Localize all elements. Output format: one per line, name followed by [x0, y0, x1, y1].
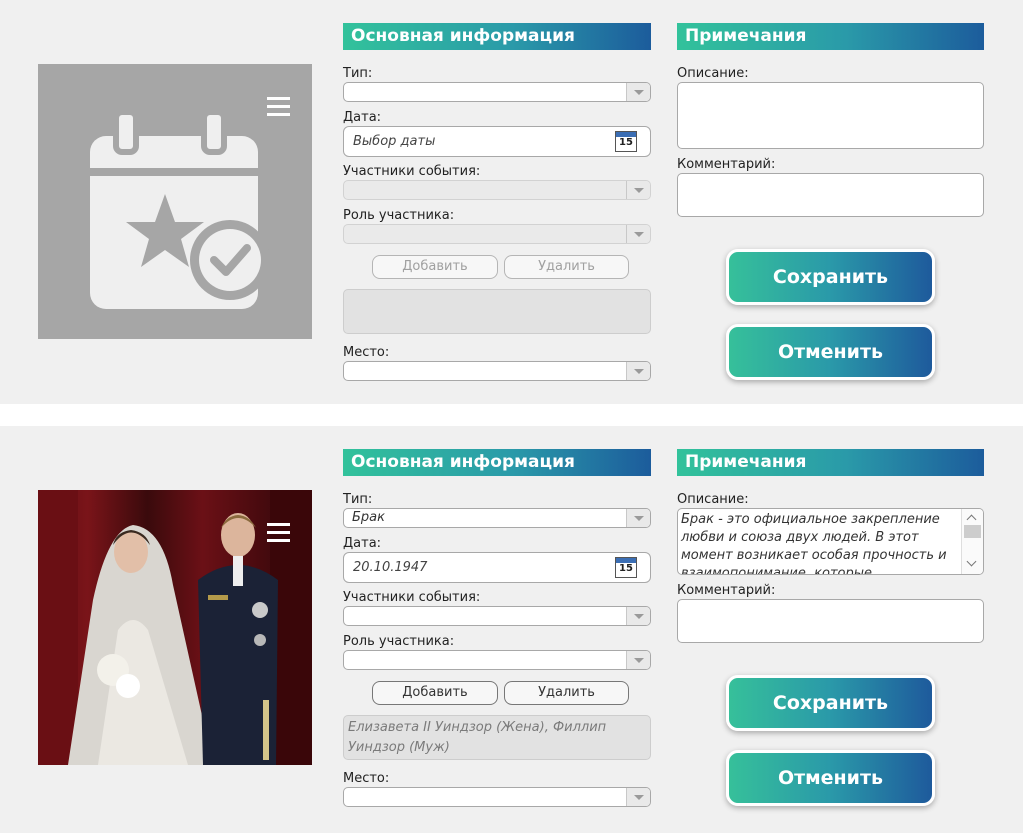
calendar-icon[interactable]: 15	[615, 557, 637, 578]
description-label: Описание:	[677, 492, 749, 507]
notes-header: Примечания	[677, 23, 984, 50]
place-select[interactable]	[343, 361, 651, 381]
date-value: 20.10.1947	[353, 560, 428, 575]
comment-label: Комментарий:	[677, 157, 776, 172]
event-form-empty: Основная информация Примечания Тип: Дата…	[0, 0, 1023, 404]
description-label: Описание:	[677, 66, 749, 81]
chevron-down-icon[interactable]	[626, 651, 650, 669]
photo-menu-icon[interactable]	[267, 97, 290, 116]
date-input[interactable]: 20.10.1947 15	[343, 552, 651, 583]
participants-select[interactable]	[343, 606, 651, 626]
type-label: Тип:	[343, 492, 373, 507]
comment-label: Комментарий:	[677, 583, 776, 598]
chevron-down-icon[interactable]	[626, 181, 650, 199]
cancel-button[interactable]: Отменить	[726, 750, 935, 806]
participants-list	[343, 289, 651, 334]
save-button[interactable]: Сохранить	[726, 249, 935, 305]
participants-list: Елизавета II Уиндзор (Жена), Филлип Уинд…	[343, 715, 651, 760]
description-text: Брак - это официальное закрепление любви…	[681, 512, 947, 575]
notes-header: Примечания	[677, 449, 984, 476]
description-textarea[interactable]: Брак - это официальное закрепление любви…	[677, 508, 984, 575]
participants-label: Участники события:	[343, 164, 481, 179]
main-info-header: Основная информация	[343, 449, 651, 476]
type-select[interactable]: Брак	[343, 508, 651, 528]
place-select[interactable]	[343, 787, 651, 807]
date-input[interactable]: Выбор даты 15	[343, 126, 651, 157]
delete-participant-button[interactable]: Удалить	[504, 255, 629, 279]
place-label: Место:	[343, 345, 390, 360]
delete-participant-button[interactable]: Удалить	[504, 681, 629, 705]
participants-label: Участники события:	[343, 590, 481, 605]
comment-textarea[interactable]	[677, 173, 984, 217]
main-info-header: Основная информация	[343, 23, 651, 50]
chevron-down-icon[interactable]	[626, 788, 650, 806]
chevron-down-icon[interactable]	[626, 607, 650, 625]
add-participant-button[interactable]: Добавить	[372, 255, 498, 279]
scroll-up-icon[interactable]	[967, 513, 977, 523]
role-select[interactable]	[343, 224, 651, 244]
save-button[interactable]: Сохранить	[726, 675, 935, 731]
photo-menu-icon[interactable]	[267, 523, 290, 542]
calendar-icon[interactable]: 15	[615, 131, 637, 152]
chevron-down-icon[interactable]	[626, 83, 650, 101]
event-photo-placeholder[interactable]	[38, 64, 312, 339]
comment-textarea[interactable]	[677, 599, 984, 643]
description-scrollbar[interactable]	[961, 509, 983, 574]
date-label: Дата:	[343, 536, 382, 551]
event-form-filled: Основная информация Примечания Тип: Брак…	[0, 426, 1023, 833]
date-value: Выбор даты	[353, 134, 436, 149]
date-label: Дата:	[343, 110, 382, 125]
chevron-down-icon[interactable]	[626, 509, 650, 527]
add-participant-button[interactable]: Добавить	[372, 681, 498, 705]
type-label: Тип:	[343, 66, 373, 81]
chevron-down-icon[interactable]	[626, 362, 650, 380]
role-select[interactable]	[343, 650, 651, 670]
type-select[interactable]	[343, 82, 651, 102]
place-label: Место:	[343, 771, 390, 786]
scroll-thumb[interactable]	[964, 525, 981, 538]
chevron-down-icon[interactable]	[626, 225, 650, 243]
scroll-down-icon[interactable]	[967, 559, 977, 569]
role-label: Роль участника:	[343, 634, 455, 649]
description-textarea[interactable]	[677, 82, 984, 149]
role-label: Роль участника:	[343, 208, 455, 223]
event-photo[interactable]	[38, 490, 312, 765]
participants-select[interactable]	[343, 180, 651, 200]
type-value: Брак	[352, 510, 385, 525]
cancel-button[interactable]: Отменить	[726, 324, 935, 380]
